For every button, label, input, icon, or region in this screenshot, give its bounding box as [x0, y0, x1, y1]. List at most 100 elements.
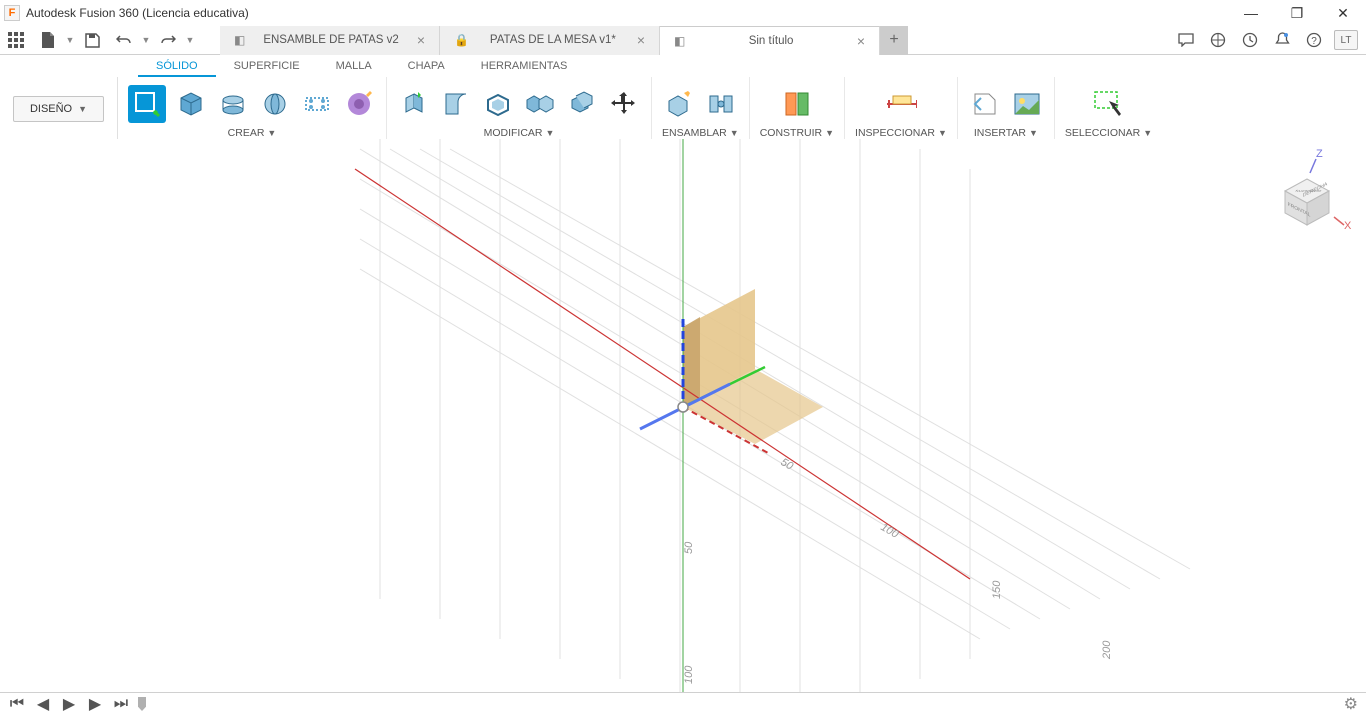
timeline-play-button[interactable]: ▶: [60, 695, 78, 713]
origin-planes: [683, 289, 823, 444]
undo-dropdown[interactable]: ▼: [140, 35, 152, 45]
hole-button[interactable]: [300, 87, 334, 121]
sketch-icon: [132, 89, 162, 119]
ribbon-group-ensamblar: ENSAMBLAR▼: [652, 77, 750, 141]
insert-decal-button[interactable]: [1010, 87, 1044, 121]
fillet-button[interactable]: [439, 87, 473, 121]
workspace-button[interactable]: DISEÑO ▼: [13, 96, 104, 122]
measure-button[interactable]: [884, 87, 918, 121]
file-button[interactable]: [32, 26, 64, 54]
chevron-down-icon: ▼: [938, 128, 947, 138]
combine-button[interactable]: [523, 87, 557, 121]
undo-icon: [116, 34, 132, 46]
ribbon-group-insertar: INSERTAR▼: [958, 77, 1055, 141]
close-button[interactable]: ✕: [1320, 0, 1366, 26]
press-pull-button[interactable]: [397, 87, 431, 121]
sketch-button[interactable]: [128, 85, 166, 123]
chevron-down-icon: ▼: [267, 128, 276, 138]
timeline-start-button[interactable]: ⏮: [8, 695, 26, 713]
derive-icon: [971, 90, 999, 118]
viewport-svg: 50 100 150 200 50 100: [0, 139, 1366, 692]
form-icon: [177, 90, 205, 118]
save-button[interactable]: [76, 26, 108, 54]
chevron-down-icon: ▼: [546, 128, 555, 138]
redo-dropdown[interactable]: ▼: [184, 35, 196, 45]
generative-icon: [344, 89, 374, 119]
group-label: INSPECCIONAR: [855, 127, 935, 139]
measure-icon: [885, 92, 917, 116]
data-panel-button[interactable]: [0, 26, 32, 54]
create-more-button[interactable]: [342, 87, 376, 121]
comments-button[interactable]: [1170, 26, 1202, 54]
timeline-marker[interactable]: [138, 697, 146, 711]
globe-icon: [1210, 32, 1226, 48]
app-icon: F: [4, 5, 20, 21]
align-icon: [568, 90, 596, 118]
revolve-button[interactable]: [258, 87, 292, 121]
document-icon: ◧: [234, 33, 245, 47]
group-label: ENSAMBLAR: [662, 127, 727, 139]
ribbon-tab-superficie[interactable]: SUPERFICIE: [216, 55, 318, 77]
ribbon-tab-solido[interactable]: SÓLIDO: [138, 55, 216, 77]
ruler-x-200: 200: [1101, 640, 1113, 660]
quick-access-toolbar: ▼ ▼ ▼ ◧ ENSAMBLE DE PATAS v2 × 🔒 PATAS D…: [0, 26, 1366, 55]
shell-button[interactable]: [481, 87, 515, 121]
select-button[interactable]: [1092, 87, 1126, 121]
joint-button[interactable]: [704, 87, 738, 121]
ribbon-tab-herramientas[interactable]: HERRAMIENTAS: [463, 55, 586, 77]
notifications-button[interactable]: [1266, 26, 1298, 54]
timeline-prev-button[interactable]: ◀: [34, 695, 52, 713]
group-label: CREAR: [228, 127, 265, 139]
ruler-y-100: 100: [683, 665, 695, 684]
comment-icon: [1178, 33, 1194, 47]
align-button[interactable]: [565, 87, 599, 121]
maximize-button[interactable]: ❐: [1274, 0, 1320, 26]
ribbon-tab-malla[interactable]: MALLA: [318, 55, 390, 77]
new-tab-button[interactable]: +: [880, 26, 908, 55]
ruler-x-100: 100: [879, 521, 902, 541]
extrude-button[interactable]: [216, 87, 250, 121]
create-form-button[interactable]: [174, 87, 208, 121]
ribbon-group-crear: CREAR▼: [118, 77, 387, 141]
tab-ensamble[interactable]: ◧ ENSAMBLE DE PATAS v2 ×: [220, 26, 440, 55]
extensions-button[interactable]: [1202, 26, 1234, 54]
redo-icon: [160, 34, 176, 46]
viewport[interactable]: 50 100 150 200 50 100: [0, 139, 1366, 692]
file-dropdown[interactable]: ▼: [64, 35, 76, 45]
chevron-down-icon: ▼: [825, 128, 834, 138]
timeline-settings-button[interactable]: ⚙: [1344, 694, 1358, 714]
grid-icon: [8, 32, 24, 48]
ribbon-group-seleccionar: SELECCIONAR▼: [1055, 77, 1162, 141]
timeline-end-button[interactable]: ⏭: [112, 695, 130, 713]
tab-untitled[interactable]: ◧ Sin título ×: [660, 26, 880, 55]
user-avatar[interactable]: LT: [1334, 30, 1358, 50]
save-icon: [85, 33, 100, 48]
combine-icon: [525, 90, 555, 118]
select-icon: [1093, 90, 1125, 118]
undo-button[interactable]: [108, 26, 140, 54]
tab-patas[interactable]: 🔒 PATAS DE LA MESA v1* ×: [440, 26, 660, 55]
clock-icon: [1242, 32, 1258, 48]
insert-derive-button[interactable]: [968, 87, 1002, 121]
close-icon[interactable]: ×: [637, 32, 645, 48]
file-icon: [41, 32, 55, 48]
close-icon[interactable]: ×: [857, 33, 865, 49]
new-component-button[interactable]: [662, 87, 696, 121]
tab-label: Sin título: [693, 35, 848, 47]
move-button[interactable]: [607, 87, 641, 121]
press-pull-icon: [400, 90, 428, 118]
construct-button[interactable]: [780, 87, 814, 121]
group-label: SELECCIONAR: [1065, 127, 1140, 139]
help-button[interactable]: ?: [1298, 26, 1330, 54]
minimize-button[interactable]: —: [1228, 0, 1274, 26]
timeline: ⏮ ◀ ▶ ▶ ⏭ ⚙: [0, 692, 1366, 715]
timeline-next-button[interactable]: ▶: [86, 695, 104, 713]
x-axis: [355, 169, 970, 579]
redo-button[interactable]: [152, 26, 184, 54]
ribbon-tab-chapa[interactable]: CHAPA: [390, 55, 463, 77]
close-icon[interactable]: ×: [417, 32, 425, 48]
jobs-button[interactable]: [1234, 26, 1266, 54]
hole-icon: [303, 90, 331, 118]
view-cube[interactable]: Z X SUPERIOR FRONTAL DERECHA: [1262, 145, 1352, 235]
shell-icon: [484, 90, 512, 118]
